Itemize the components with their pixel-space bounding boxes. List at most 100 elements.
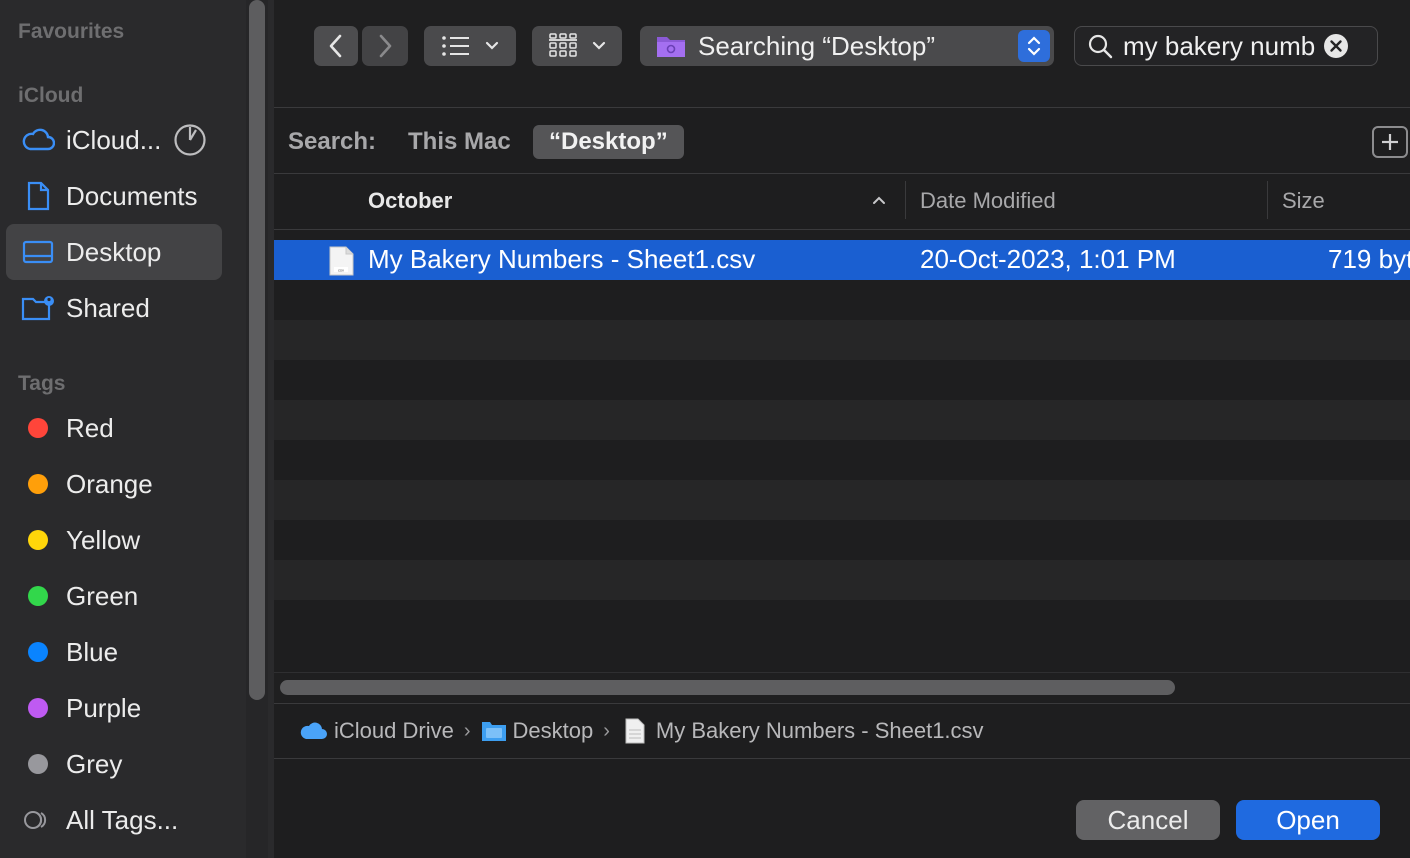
back-button[interactable] (314, 26, 358, 66)
sidebar-tag-label: Blue (66, 636, 119, 667)
sidebar-tag-label: All Tags... (66, 804, 179, 835)
tag-color-dot (28, 418, 48, 438)
column-divider[interactable] (1267, 181, 1268, 219)
empty-row (274, 520, 1410, 560)
cloud-icon (298, 721, 328, 741)
empty-row (274, 560, 1410, 600)
icloud-section-header: iCloud (18, 84, 84, 107)
sidebar-item-desktop[interactable]: Desktop (6, 224, 222, 280)
sidebar-tag-blue[interactable]: Blue (6, 624, 222, 680)
chevron-right-icon (377, 33, 393, 59)
clear-search-icon[interactable] (1323, 33, 1349, 59)
sidebar-item-all-tags[interactable]: All Tags... (6, 792, 222, 848)
document-icon (20, 178, 56, 214)
updown-chevron-icon (1018, 30, 1050, 62)
scope-this-mac-button[interactable]: This Mac (408, 128, 511, 156)
sidebar-item-label: Documents (66, 180, 198, 211)
column-header-date-modified[interactable]: Date Modified (920, 188, 1056, 214)
sidebar-tag-orange[interactable]: Orange (6, 456, 222, 512)
file-size: 719 bytes (1328, 244, 1410, 274)
table-row[interactable]: csv My Bakery Numbers - Sheet1.csv 20-Oc… (274, 240, 1410, 280)
chevron-down-icon (485, 41, 499, 51)
favourites-section-header: Favourites (18, 20, 125, 43)
folder-icon (481, 720, 507, 742)
sidebar-tag-green[interactable]: Green (6, 568, 222, 624)
cloud-icon (20, 122, 56, 158)
sidebar-item-label: iCloud... (66, 124, 162, 155)
chevron-right-icon: › (603, 719, 610, 742)
sidebar-tag-grey[interactable]: Grey (6, 736, 222, 792)
empty-row (274, 280, 1410, 320)
empty-row (274, 360, 1410, 400)
scope-desktop-button[interactable]: “Desktop” (533, 125, 684, 159)
breadcrumb-label: My Bakery Numbers - Sheet1.csv (655, 718, 984, 743)
column-headers: October Date Modified Size (274, 175, 1410, 230)
search-input[interactable] (1123, 30, 1323, 62)
grid-icon (548, 33, 578, 59)
tag-color-dot (28, 754, 48, 774)
tags-section-header: Tags (18, 372, 66, 395)
column-header-name[interactable]: October (368, 188, 452, 214)
path-bar: iCloud Drive › Desktop › My Bakery Numbe… (274, 703, 1410, 759)
search-scope-label: Search: (288, 128, 377, 155)
sort-ascending-icon (872, 195, 886, 205)
smart-folder-icon (656, 34, 686, 58)
sidebar-tag-red[interactable]: Red (6, 400, 222, 456)
add-criteria-button[interactable] (1372, 126, 1408, 158)
breadcrumb-label: Desktop (512, 718, 594, 743)
plus-icon (1380, 132, 1400, 152)
sidebar-item-documents[interactable]: Documents (6, 168, 222, 224)
empty-row (274, 400, 1410, 440)
list-view-button[interactable] (424, 26, 516, 66)
cancel-button[interactable]: Cancel (1076, 800, 1220, 840)
sidebar-item-icloud-drive[interactable]: iCloud... (6, 112, 222, 168)
tag-color-dot (28, 586, 48, 606)
sidebar-tag-label: Orange (66, 468, 153, 499)
group-view-button[interactable] (532, 26, 622, 66)
sidebar-tag-label: Red (66, 412, 114, 443)
breadcrumb-file[interactable]: My Bakery Numbers - Sheet1.csv (620, 718, 984, 744)
sidebar-scrollbar[interactable] (249, 0, 265, 700)
sidebar-item-label: Desktop (66, 236, 162, 267)
sidebar-tag-label: Yellow (66, 524, 141, 555)
sidebar-item-label: Shared (66, 292, 150, 323)
chevron-left-icon (328, 33, 344, 59)
open-button[interactable]: Open (1236, 800, 1380, 840)
breadcrumb-label: iCloud Drive (334, 718, 454, 743)
empty-row (274, 480, 1410, 520)
search-field[interactable] (1074, 26, 1378, 66)
forward-button[interactable] (362, 26, 408, 66)
empty-row (274, 320, 1410, 360)
search-icon (1087, 33, 1113, 59)
desktop-icon (20, 234, 56, 270)
svg-text:csv: csv (338, 268, 344, 273)
list-icon (441, 35, 471, 57)
empty-row (274, 440, 1410, 480)
csv-file-icon: csv (326, 246, 356, 276)
breadcrumb-icloud-drive[interactable]: iCloud Drive (298, 718, 454, 744)
sidebar-tag-label: Purple (66, 692, 142, 723)
document-icon (624, 718, 646, 744)
sidebar-item-shared[interactable]: Shared (6, 280, 222, 336)
location-popup[interactable]: Searching “Desktop” (640, 26, 1054, 66)
file-date-modified: 20-Oct-2023, 1:01 PM (920, 244, 1176, 274)
chevron-right-icon: › (463, 719, 471, 742)
sidebar-tag-purple[interactable]: Purple (6, 680, 222, 736)
progress-ring-icon (173, 123, 207, 157)
sidebar-tag-label: Green (66, 580, 139, 611)
breadcrumb-desktop[interactable]: Desktop (481, 718, 594, 744)
empty-row (274, 600, 1410, 640)
column-header-size[interactable]: Size (1282, 188, 1325, 214)
tag-color-dot (28, 698, 48, 718)
column-divider[interactable] (905, 181, 906, 219)
search-scope-bar: Search: This Mac “Desktop” (274, 110, 1410, 174)
tag-color-dot (28, 642, 48, 662)
location-popup-label: Searching “Desktop” (698, 30, 935, 61)
chevron-down-icon (592, 41, 606, 51)
sidebar-tag-yellow[interactable]: Yellow (6, 512, 222, 568)
file-name: My Bakery Numbers - Sheet1.csv (368, 244, 756, 274)
horizontal-scrollbar[interactable] (280, 680, 1175, 695)
file-browser: Searching “Desktop” Search: This Mac “De… (274, 0, 1410, 858)
sidebar: Favourites iCloud iCloud... Documents De… (0, 0, 274, 858)
all-tags-icon (22, 809, 52, 831)
